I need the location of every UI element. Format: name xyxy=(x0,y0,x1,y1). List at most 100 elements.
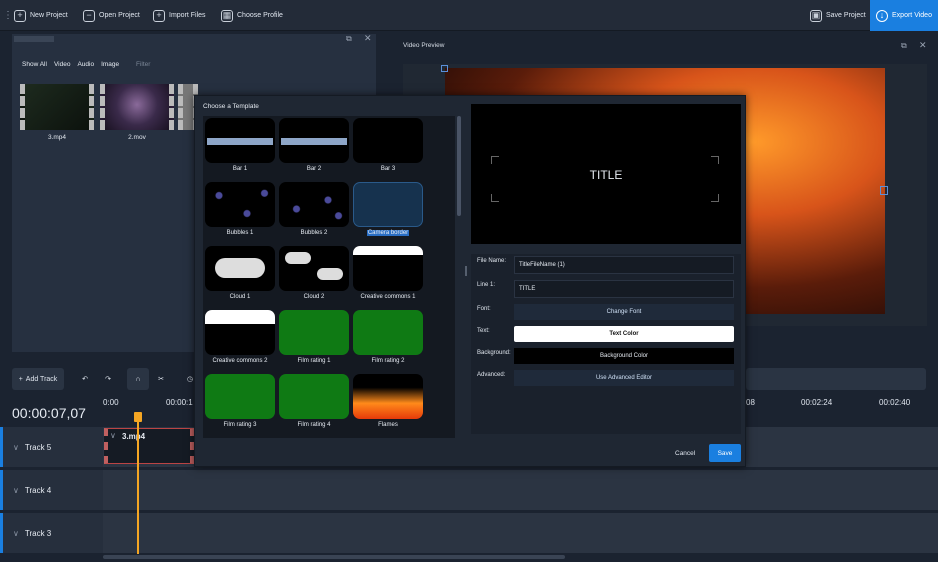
line1-input[interactable]: TITLE xyxy=(514,280,734,298)
ruler-tick-label: 00:00:1 xyxy=(166,398,193,407)
undock-icon[interactable]: ⧉ xyxy=(346,34,352,44)
template-label: Cloud 1 xyxy=(229,294,251,300)
export-video-button[interactable]: ↓ Export Video xyxy=(870,0,938,31)
template-preview: TITLE xyxy=(471,104,741,244)
media-thumbnail-3mp4[interactable] xyxy=(20,84,94,130)
save-icon: ▣ xyxy=(810,9,822,22)
video-preview-title: Video Preview xyxy=(403,42,445,49)
open-project-button[interactable]: − Open Project xyxy=(83,0,140,31)
preview-title-text: TITLE xyxy=(589,168,623,182)
template-film-rating-1[interactable]: Film rating 1 xyxy=(279,310,349,368)
track-header[interactable]: ∨ Track 5 xyxy=(0,427,103,467)
corner-mark xyxy=(491,156,499,164)
template-grid: Bar 1 Bar 2 Bar 3 Bubbles 1 Bubbles 2 Ca… xyxy=(203,116,455,438)
export-icon: ↓ xyxy=(876,9,889,22)
close-icon[interactable]: ✕ xyxy=(919,40,927,51)
ruler-tick-label: 00:02:40 xyxy=(879,398,911,407)
template-thumbnail xyxy=(279,246,349,291)
add-track-button[interactable]: + Add Track xyxy=(12,368,64,390)
tab-show-all[interactable]: Show All xyxy=(22,61,47,68)
tab-image[interactable]: Image xyxy=(101,61,119,68)
resize-handle[interactable] xyxy=(441,65,448,72)
track-name: Track 4 xyxy=(24,485,52,495)
undock-icon[interactable]: ⧉ xyxy=(901,41,907,51)
save-button[interactable]: Save xyxy=(709,444,741,462)
snap-button[interactable]: ∩ xyxy=(127,368,149,390)
template-thumbnail xyxy=(279,310,349,355)
template-film-rating-2[interactable]: Film rating 2 xyxy=(353,310,423,368)
razor-button[interactable]: ✂ xyxy=(151,368,171,390)
open-project-label: Open Project xyxy=(99,12,140,19)
track-header[interactable]: ∨ Track 4 xyxy=(0,470,103,510)
template-scrollbar[interactable] xyxy=(457,116,461,216)
file-name-label: File Name: xyxy=(477,258,507,264)
tab-video[interactable]: Video xyxy=(54,61,71,68)
template-camera-border[interactable]: Camera border xyxy=(353,182,423,240)
timeline-clip[interactable]: 3.mp4 ∨ xyxy=(104,428,194,464)
advanced-label: Advanced: xyxy=(477,372,506,378)
template-label: Creative commons 1 xyxy=(360,294,416,300)
track-header[interactable]: ∨ Track 3 xyxy=(0,513,103,553)
timeline-scrollbar[interactable] xyxy=(103,555,565,559)
template-thumbnail xyxy=(205,374,275,419)
change-font-button[interactable]: Change Font xyxy=(514,304,734,320)
template-thumbnail xyxy=(353,182,423,227)
scissors-icon: ✂ xyxy=(158,376,164,383)
template-bubbles-1[interactable]: Bubbles 1 xyxy=(205,182,275,240)
new-project-button[interactable]: + New Project xyxy=(14,0,68,31)
track-name: Track 3 xyxy=(24,528,52,538)
save-project-button[interactable]: ▣ Save Project xyxy=(810,0,866,31)
text-color-button[interactable]: Text Color xyxy=(514,326,734,342)
template-flames[interactable]: Flames xyxy=(353,374,423,432)
template-bar-3[interactable]: Bar 3 xyxy=(353,118,423,176)
redo-button[interactable]: ↷ xyxy=(99,368,117,390)
chevron-down-icon[interactable]: ∨ xyxy=(110,431,116,440)
template-label: Film rating 2 xyxy=(371,358,405,364)
playhead-handle[interactable] xyxy=(134,412,142,422)
filter-input[interactable]: Filter xyxy=(136,61,150,68)
choose-profile-button[interactable]: ▦ Choose Profile xyxy=(221,0,283,31)
resize-handle[interactable] xyxy=(880,186,888,195)
plus-icon: + xyxy=(18,375,23,383)
template-bubbles-2[interactable]: Bubbles 2 xyxy=(279,182,349,240)
text-label: Text: xyxy=(477,328,490,334)
advanced-editor-button[interactable]: Use Advanced Editor xyxy=(514,370,734,386)
template-cloud-1[interactable]: Cloud 1 xyxy=(205,246,275,304)
track-lane[interactable] xyxy=(103,470,938,510)
template-cloud-2[interactable]: Cloud 2 xyxy=(279,246,349,304)
line1-label: Line 1: xyxy=(477,282,496,288)
template-thumbnail xyxy=(279,374,349,419)
zoom-slider[interactable] xyxy=(746,368,926,390)
template-thumbnail xyxy=(353,374,423,419)
dialog-title: Choose a Template xyxy=(203,103,259,110)
track-lane[interactable] xyxy=(103,513,938,553)
template-film-rating-3[interactable]: Film rating 3 xyxy=(205,374,275,432)
template-creative-commons-1[interactable]: Creative commons 1 xyxy=(353,246,423,304)
chevron-down-icon[interactable]: ∨ xyxy=(13,486,19,495)
magnet-icon: ∩ xyxy=(135,375,141,383)
chevron-down-icon[interactable]: ∨ xyxy=(13,529,19,538)
template-thumbnail xyxy=(353,246,423,291)
template-creative-commons-2[interactable]: Creative commons 2 xyxy=(205,310,275,368)
template-thumbnail xyxy=(279,182,349,227)
track-name: Track 5 xyxy=(24,442,52,452)
splitter-handle[interactable] xyxy=(465,266,467,276)
panel-header-bar xyxy=(14,36,54,42)
template-thumbnail xyxy=(205,118,275,163)
file-name-input[interactable]: TitleFileName (1) xyxy=(514,256,734,274)
import-files-button[interactable]: + Import Files xyxy=(153,0,206,31)
template-bar-2[interactable]: Bar 2 xyxy=(279,118,349,176)
template-film-rating-4[interactable]: Film rating 4 xyxy=(279,374,349,432)
corner-mark xyxy=(711,194,719,202)
close-icon[interactable]: ✕ xyxy=(364,33,372,44)
chevron-down-icon[interactable]: ∨ xyxy=(13,443,19,452)
undo-icon: ↶ xyxy=(82,376,88,383)
background-color-button[interactable]: Background Color xyxy=(514,348,734,364)
tab-audio[interactable]: Audio xyxy=(77,61,94,68)
undo-button[interactable]: ↶ xyxy=(76,368,94,390)
template-bar-1[interactable]: Bar 1 xyxy=(205,118,275,176)
media-thumbnail-2mov[interactable] xyxy=(100,84,174,130)
template-label: Camera border xyxy=(353,230,423,236)
cancel-button[interactable]: Cancel xyxy=(675,450,695,457)
template-label: Bubbles 1 xyxy=(226,230,254,236)
